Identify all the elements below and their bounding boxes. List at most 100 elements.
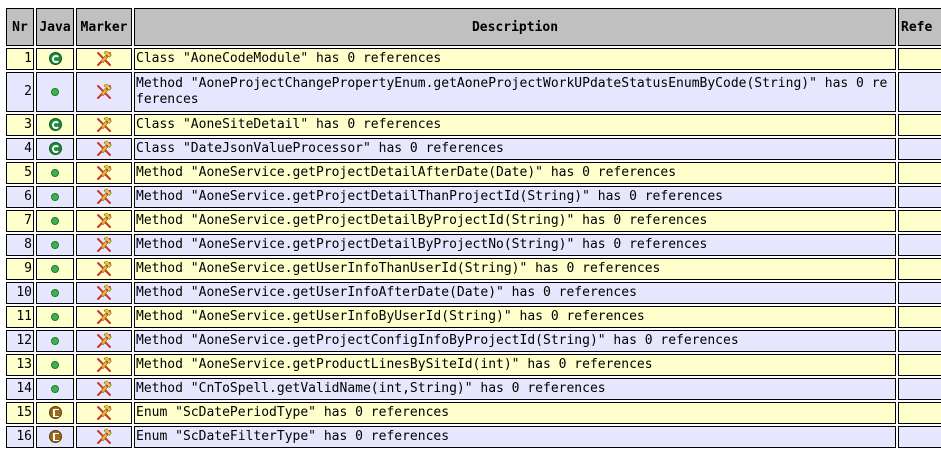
header-row: Nr Java Marker Description Refe: [6, 8, 941, 46]
table-row[interactable]: 2 Method "AoneProjectChangePropertyEnum.…: [6, 72, 941, 112]
row-number: 14: [6, 378, 34, 400]
description-cell: Class "AoneSiteDetail" has 0 references: [134, 114, 896, 136]
marker-cell: [76, 426, 132, 448]
references-cell: [898, 72, 941, 112]
method-icon: [51, 360, 59, 369]
marker-cell: [76, 234, 132, 256]
table-row[interactable]: 3 Class "AoneSiteDetail" has 0 reference…: [6, 114, 941, 136]
description-cell: Method "AoneProjectChangePropertyEnum.ge…: [134, 72, 896, 112]
unused-code-marker-icon[interactable]: [95, 116, 113, 133]
unused-code-marker-icon[interactable]: [95, 83, 113, 100]
marker-cell: [76, 138, 132, 160]
column-header-description[interactable]: Description: [134, 8, 896, 46]
references-cell: [898, 354, 941, 376]
marker-cell: [76, 186, 132, 208]
java-kind-cell: [36, 114, 74, 136]
unused-code-marker-icon[interactable]: [95, 380, 113, 397]
row-number: 15: [6, 402, 34, 424]
unused-code-marker-icon[interactable]: [95, 428, 113, 445]
column-header-references[interactable]: Refe: [898, 8, 941, 46]
row-number: 7: [6, 210, 34, 232]
description-cell: Class "DateJsonValueProcessor" has 0 ref…: [134, 138, 896, 160]
table-row[interactable]: 8 Method "AoneService.getProjectDetailBy…: [6, 234, 941, 256]
method-icon: [51, 240, 59, 249]
method-icon: [51, 384, 59, 393]
row-number: 13: [6, 354, 34, 376]
column-header-nr[interactable]: Nr: [6, 8, 34, 46]
unused-code-marker-icon[interactable]: [95, 212, 113, 229]
marker-cell: [76, 354, 132, 376]
references-cell: [898, 402, 941, 424]
unused-code-marker-icon[interactable]: [95, 404, 113, 421]
references-cell: [898, 162, 941, 184]
table-row[interactable]: 1 Class "AoneCodeModule" has 0 reference…: [6, 48, 941, 70]
table-row[interactable]: 16 Enum "ScDateFilterType" has 0 referen…: [6, 426, 941, 448]
method-icon: [51, 336, 59, 345]
table-row[interactable]: 10 Method "AoneService.getUserInfoAfterD…: [6, 282, 941, 304]
row-number: 2: [6, 72, 34, 112]
references-cell: [898, 378, 941, 400]
unused-code-marker-icon[interactable]: [95, 164, 113, 181]
unused-code-marker-icon[interactable]: [95, 50, 113, 67]
row-number: 1: [6, 48, 34, 70]
table-row[interactable]: 14 Method "CnToSpell.getValidName(int,St…: [6, 378, 941, 400]
method-icon: [51, 87, 59, 96]
description-cell: Method "AoneService.getUserInfoThanUserI…: [134, 258, 896, 280]
unused-code-marker-icon[interactable]: [95, 236, 113, 253]
marker-cell: [76, 282, 132, 304]
unused-code-marker-icon[interactable]: [95, 356, 113, 373]
column-header-java[interactable]: Java: [36, 8, 74, 46]
table-row[interactable]: 15 Enum "ScDatePeriodType" has 0 referen…: [6, 402, 941, 424]
description-cell: Method "AoneService.getUserInfoAfterDate…: [134, 282, 896, 304]
table-row[interactable]: 12 Method "AoneService.getProjectConfigI…: [6, 330, 941, 352]
references-cell: [898, 258, 941, 280]
table-row[interactable]: 13 Method "AoneService.getProductLinesBy…: [6, 354, 941, 376]
row-number: 16: [6, 426, 34, 448]
unused-code-report-table: Nr Java Marker Description Refe 1 Class …: [4, 6, 941, 450]
row-number: 3: [6, 114, 34, 136]
marker-cell: [76, 378, 132, 400]
marker-cell: [76, 114, 132, 136]
references-cell: [898, 48, 941, 70]
marker-cell: [76, 72, 132, 112]
column-header-marker[interactable]: Marker: [76, 8, 132, 46]
table-row[interactable]: 7 Method "AoneService.getProjectDetailBy…: [6, 210, 941, 232]
java-kind-cell: [36, 378, 74, 400]
marker-cell: [76, 258, 132, 280]
unused-code-marker-icon[interactable]: [95, 308, 113, 325]
references-cell: [898, 234, 941, 256]
unused-code-marker-icon[interactable]: [95, 260, 113, 277]
class-icon: [48, 142, 62, 155]
description-cell: Method "AoneService.getProjectDetailByPr…: [134, 210, 896, 232]
unused-code-marker-icon[interactable]: [95, 332, 113, 349]
references-cell: [898, 282, 941, 304]
table-row[interactable]: 4 Class "DateJsonValueProcessor" has 0 r…: [6, 138, 941, 160]
java-kind-cell: [36, 426, 74, 448]
method-icon: [51, 288, 59, 297]
marker-cell: [76, 306, 132, 328]
marker-cell: [76, 210, 132, 232]
row-number: 12: [6, 330, 34, 352]
java-kind-cell: [36, 210, 74, 232]
table-row[interactable]: 9 Method "AoneService.getUserInfoThanUse…: [6, 258, 941, 280]
description-cell: Method "AoneService.getProjectDetailThan…: [134, 186, 896, 208]
unused-code-marker-icon[interactable]: [95, 284, 113, 301]
marker-cell: [76, 162, 132, 184]
java-kind-cell: [36, 330, 74, 352]
table-row[interactable]: 5 Method "AoneService.getProjectDetailAf…: [6, 162, 941, 184]
marker-cell: [76, 330, 132, 352]
unused-code-marker-icon[interactable]: [95, 140, 113, 157]
unused-code-marker-icon[interactable]: [95, 188, 113, 205]
java-kind-cell: [36, 186, 74, 208]
references-cell: [898, 306, 941, 328]
references-cell: [898, 426, 941, 448]
table-row[interactable]: 11 Method "AoneService.getUserInfoByUser…: [6, 306, 941, 328]
table-row[interactable]: 6 Method "AoneService.getProjectDetailTh…: [6, 186, 941, 208]
java-kind-cell: [36, 234, 74, 256]
method-icon: [51, 192, 59, 201]
row-number: 6: [6, 186, 34, 208]
row-number: 10: [6, 282, 34, 304]
java-kind-cell: [36, 72, 74, 112]
description-cell: Class "AoneCodeModule" has 0 references: [134, 48, 896, 70]
description-cell: Method "AoneService.getUserInfoByUserId(…: [134, 306, 896, 328]
